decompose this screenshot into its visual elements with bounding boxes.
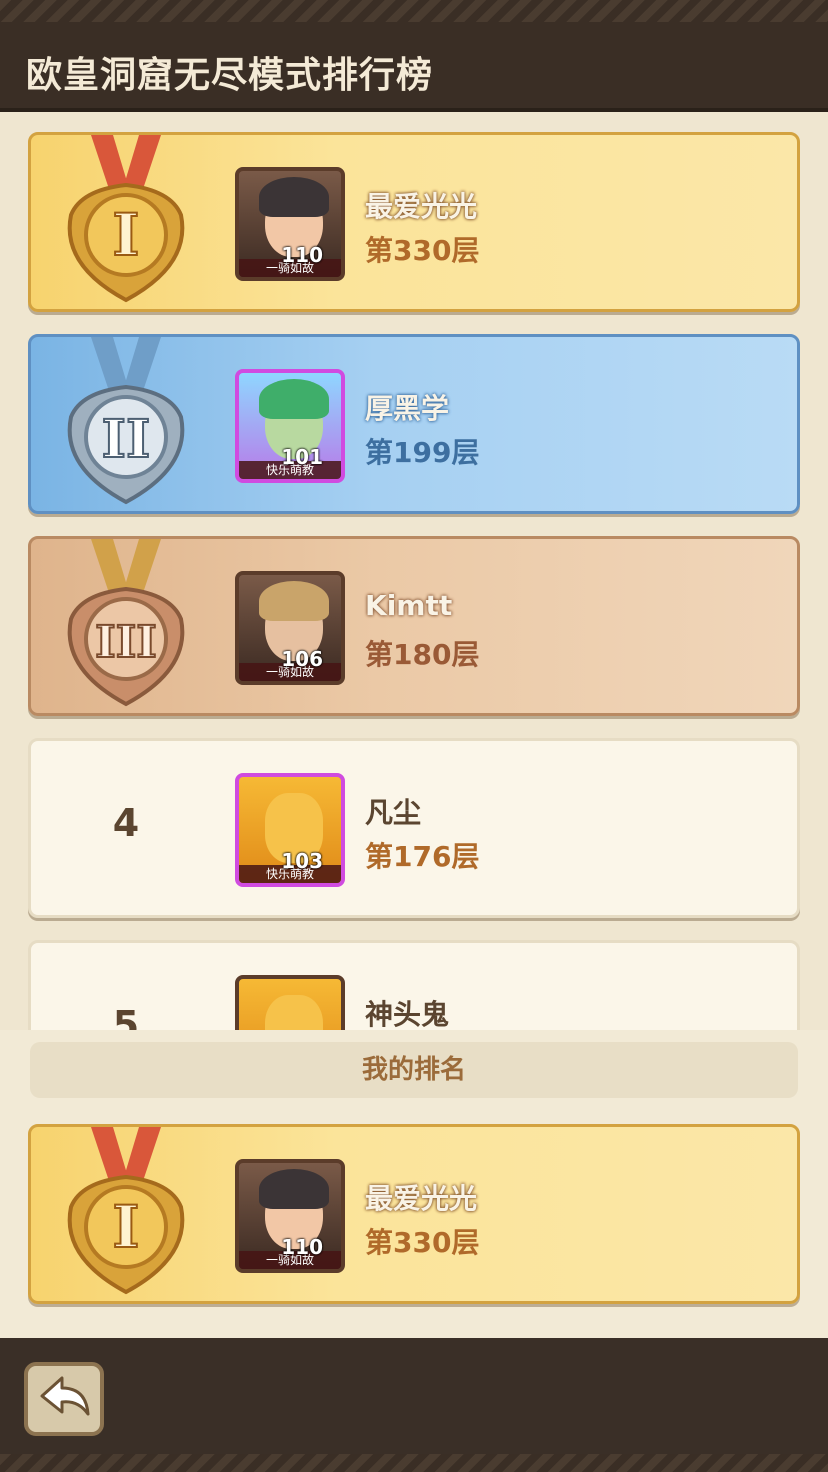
ranking-row-1[interactable]: I 一骑如故 110 最爱光光 第330层	[28, 132, 800, 312]
player-avatar[interactable]: 快乐萌教 103	[235, 773, 345, 887]
my-ranking-row[interactable]: I 一骑如故 110 最爱光光 第330层	[28, 1124, 800, 1304]
ranking-row-5[interactable]: 5 神头鬼	[28, 940, 800, 1030]
ranking-row-2[interactable]: II 快乐萌教 101 厚黑学 第199层	[28, 334, 800, 514]
player-avatar[interactable]: 一骑如故 110	[235, 1159, 345, 1273]
my-rank-label: 我的排名	[30, 1042, 798, 1098]
rank-number: 4	[112, 801, 140, 845]
player-avatar[interactable]: 一骑如故 110	[235, 167, 345, 281]
silver-medal-icon: II	[67, 337, 185, 505]
back-arrow-icon	[40, 1376, 90, 1416]
gold-medal-icon: I	[67, 1127, 185, 1295]
player-level: 106	[281, 647, 323, 671]
svg-text:III: III	[95, 617, 157, 668]
player-name: 厚黑学	[365, 392, 450, 425]
ranking-list[interactable]: I 一骑如故 110 最爱光光 第330层 II 快乐萌教 101 厚黑学 第1…	[0, 112, 828, 1030]
svg-text:I: I	[112, 201, 139, 269]
player-name: 神头鬼	[365, 998, 450, 1030]
page-title: 欧皇洞窟无尽模式排行榜	[26, 55, 434, 96]
floor-reached: 第180层	[365, 638, 480, 671]
floor-reached: 第330层	[365, 1226, 480, 1259]
svg-text:I: I	[112, 1193, 139, 1261]
floor-reached: 第330层	[365, 234, 480, 267]
player-avatar[interactable]	[235, 975, 345, 1030]
svg-text:II: II	[102, 409, 151, 470]
footer-bar	[0, 1338, 828, 1472]
player-level: 110	[281, 1235, 323, 1259]
player-name: Kimtt	[365, 589, 453, 622]
floor-reached: 第176层	[365, 840, 480, 873]
rank-number: 5	[112, 1003, 140, 1030]
ranking-row-4[interactable]: 4 快乐萌教 103 凡尘 第176层	[28, 738, 800, 918]
player-level: 110	[281, 243, 323, 267]
player-name: 凡尘	[365, 796, 422, 829]
ranking-row-3[interactable]: III 一骑如故 106 Kimtt 第180层	[28, 536, 800, 716]
player-name: 最爱光光	[365, 190, 478, 223]
bronze-medal-icon: III	[67, 539, 185, 707]
player-name: 最爱光光	[365, 1182, 478, 1215]
back-button[interactable]	[24, 1362, 104, 1436]
leaderboard-panel: I 一骑如故 110 最爱光光 第330层 II 快乐萌教 101 厚黑学 第1…	[0, 112, 828, 1338]
floor-reached: 第199层	[365, 436, 480, 469]
player-level: 103	[281, 849, 323, 873]
player-level: 101	[281, 445, 323, 469]
header-bar: 欧皇洞窟无尽模式排行榜	[0, 0, 828, 112]
gold-medal-icon: I	[67, 135, 185, 303]
player-avatar[interactable]: 一骑如故 106	[235, 571, 345, 685]
player-avatar[interactable]: 快乐萌教 101	[235, 369, 345, 483]
